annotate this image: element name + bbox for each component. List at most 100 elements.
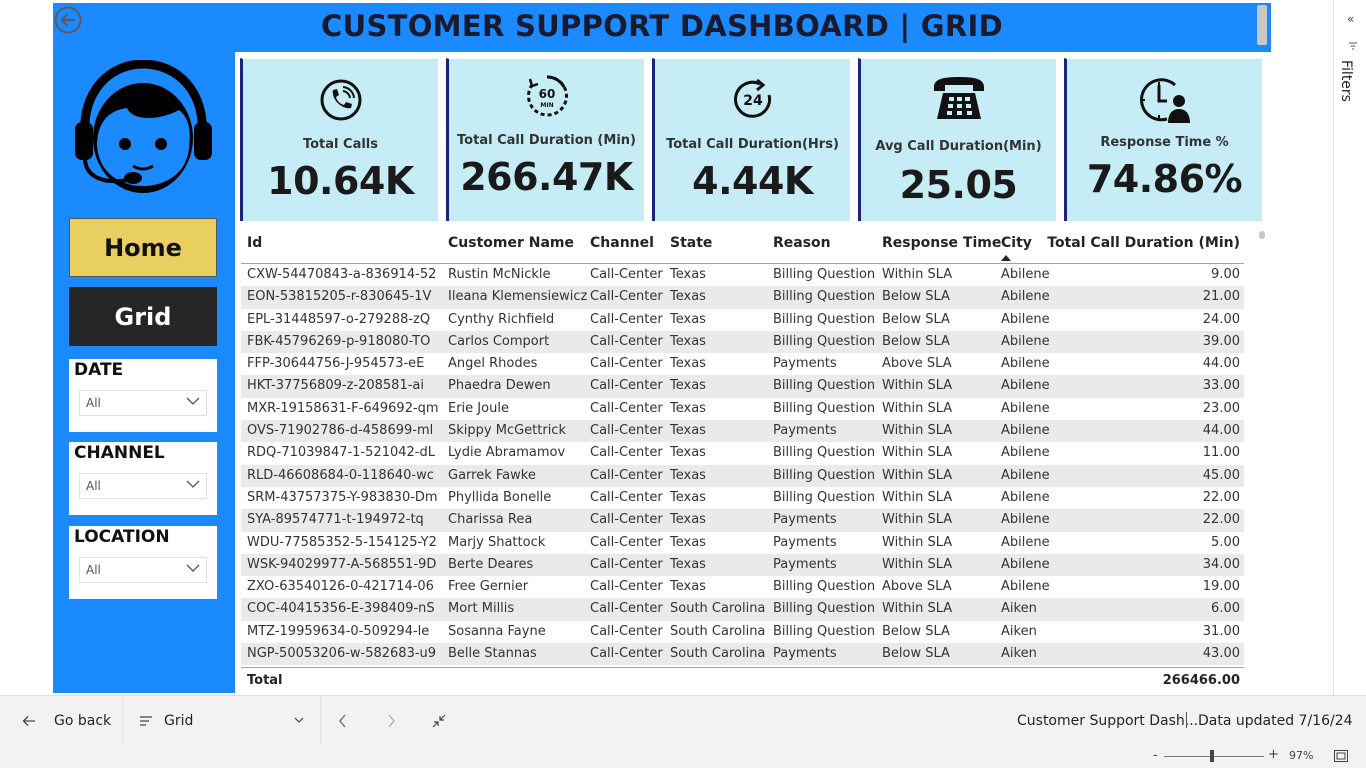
chevron-down-icon <box>186 564 200 572</box>
cell-id: EON-53815205-r-830645-1V <box>247 289 432 305</box>
table-row[interactable]: SRM-43757375-Y-983830-Dm Phyllida Bonelle… <box>241 487 1244 509</box>
table-row[interactable]: OVS-71902786-d-458699-ml Skippy McGettric… <box>241 420 1244 443</box>
column-header-total-call-duration[interactable]: Total Call Duration (Min) <box>1047 235 1240 251</box>
column-header-state[interactable]: State <box>670 235 712 251</box>
table-row[interactable]: EPL-31448597-o-279288-zQ Cynthy Richfield… <box>241 309 1244 331</box>
kpi-card-total-call-duration-min: 60 MIN Total Call Duration (Min) 266.47K <box>446 58 644 221</box>
cell-response-time: Within SLA <box>882 601 953 617</box>
cell-channel: Call-Center <box>590 646 663 662</box>
table-row[interactable]: WDU-77585352-5-154125-Y2 Marjy Shattock Ca… <box>241 532 1244 554</box>
column-header-customer-name[interactable]: Customer Name <box>448 235 574 251</box>
location-dropdown[interactable]: All <box>79 557 207 583</box>
report-canvas: CUSTOMER SUPPORT DASHBOARD | GRID Home G… <box>53 3 1271 693</box>
kpi-label: Avg Call Duration(Min) <box>875 139 1042 154</box>
kpi-card-total-calls: Total Calls 10.64K <box>240 58 438 221</box>
cell-id: WDU-77585352-5-154125-Y2 <box>247 534 437 550</box>
cell-city: Abilene <box>1001 512 1050 528</box>
cell-state: Texas <box>670 512 706 528</box>
table-row[interactable]: SYA-89574771-t-194972-tq Charissa Rea Call… <box>241 509 1244 532</box>
cell-state: Texas <box>670 378 706 394</box>
column-header-id[interactable]: Id <box>247 235 262 251</box>
kpi-card-response-time: Response Time % 74.86% <box>1064 58 1262 221</box>
cell-id: SRM-43757375-Y-983830-Dm <box>247 489 438 505</box>
cell-customer-name: Belle Stannas <box>448 646 537 662</box>
collapse-icon[interactable]: « <box>1347 12 1354 26</box>
table-row[interactable]: RLD-46608684-0-118640-wc Garrek Fawke Call… <box>241 464 1244 487</box>
cell-city: Abilene <box>1001 445 1050 461</box>
home-button[interactable]: Home <box>69 218 217 277</box>
table-row[interactable]: MTZ-19959634-0-509294-le Sosanna Fayne Cal… <box>241 621 1244 643</box>
table-row[interactable]: NGP-50053206-w-582683-u9 Belle Stannas Cal… <box>241 643 1244 666</box>
cell-id: FBK-45796269-p-918080-TO <box>247 333 431 349</box>
table-scrollbar[interactable] <box>1259 231 1265 239</box>
page-selector[interactable]: Grid <box>140 696 306 746</box>
cell-reason: Billing Question <box>773 623 876 639</box>
cell-reason: Payments <box>773 646 837 662</box>
table-row[interactable]: FBK-45796269-p-918080-TO Carlos Comport Ca… <box>241 330 1244 354</box>
table-row[interactable]: HKT-37756809-z-208581-ai Phaedra Dewen Cal… <box>241 375 1244 398</box>
table-row[interactable]: CXW-54470843-a-836914-52 Rustin McNickle C… <box>241 264 1244 286</box>
zoom-slider[interactable] <box>1164 756 1264 757</box>
svg-text:24: 24 <box>743 93 763 109</box>
cell-customer-name: Free Gernier <box>448 579 529 595</box>
zoom-slider-thumb[interactable] <box>1210 750 1214 762</box>
date-slicer: DATE All <box>69 359 217 432</box>
table-row[interactable]: EON-53815205-r-830645-1V Ileana Klemensie… <box>241 286 1244 309</box>
fit-to-page-button[interactable] <box>432 696 446 746</box>
column-header-response-time[interactable]: Response Time <box>882 235 1001 251</box>
page-title: CUSTOMER SUPPORT DASHBOARD | GRID <box>321 9 1003 43</box>
kpi-value: 25.05 <box>899 163 1018 207</box>
zoom-out-button[interactable]: - <box>1153 748 1158 763</box>
table-row[interactable]: MXR-19158631-F-649692-qm Erie Joule Call-C… <box>241 398 1244 420</box>
cell-total-call-duration: 21.00 <box>1202 289 1240 305</box>
cell-state: Texas <box>670 423 706 439</box>
status-bar: - + 97% <box>0 745 1366 768</box>
channel-dropdown[interactable]: All <box>79 473 207 499</box>
cell-response-time: Within SLA <box>882 423 953 439</box>
column-header-reason[interactable]: Reason <box>773 235 831 251</box>
chevron-down-icon <box>186 397 200 405</box>
previous-page-button[interactable] <box>338 696 348 746</box>
cell-response-time: Below SLA <box>882 623 950 639</box>
cell-response-time: Below SLA <box>882 333 950 349</box>
cell-city: Abilene <box>1001 534 1050 550</box>
cell-customer-name: Phaedra Dewen <box>448 378 551 394</box>
zoom-in-button[interactable]: + <box>1268 747 1279 762</box>
table-row[interactable]: ZXO-63540126-0-421714-06 Free Gernier Call… <box>241 576 1244 598</box>
location-dropdown-value: All <box>86 563 101 577</box>
zoom-level: 97% <box>1289 749 1314 762</box>
title-bar: CUSTOMER SUPPORT DASHBOARD | GRID <box>53 3 1271 52</box>
table-row[interactable]: WSK-94029977-A-568551-9D Berte Deares Call… <box>241 553 1244 577</box>
cell-state: Texas <box>670 400 706 416</box>
kpi-label: Total Call Duration (Min) <box>457 133 636 148</box>
cell-customer-name: Lydie Abramamov <box>448 445 566 461</box>
column-header-city[interactable]: City <box>1001 235 1032 251</box>
scrollbar[interactable] <box>1257 5 1267 45</box>
column-header-channel[interactable]: Channel <box>590 235 654 251</box>
cell-total-call-duration: 39.00 <box>1202 333 1240 349</box>
cell-reason: Payments <box>773 356 837 372</box>
filters-pane[interactable]: « Filters <box>1333 0 1366 695</box>
cell-id: RLD-46608684-0-118640-wc <box>247 467 434 483</box>
grid-button[interactable]: Grid <box>69 287 217 346</box>
filters-label[interactable]: Filters <box>1338 60 1354 102</box>
cell-response-time: Above SLA <box>882 579 952 595</box>
arrow-left-icon <box>22 716 35 726</box>
table-row[interactable]: RDQ-71039847-1-521042-dL Lydie Abramamov C… <box>241 442 1244 464</box>
cell-response-time: Within SLA <box>882 534 953 550</box>
go-back-button[interactable]: Go back <box>22 696 111 746</box>
table-row[interactable]: COC-40415356-E-398409-nS Mort Millis Call-… <box>241 598 1244 621</box>
next-page-button[interactable] <box>386 696 396 746</box>
date-slicer-title: DATE <box>74 360 124 380</box>
date-dropdown[interactable]: All <box>79 390 207 416</box>
fullscreen-icon[interactable] <box>1334 750 1348 762</box>
cell-id: HKT-37756809-z-208581-ai <box>247 378 424 394</box>
cell-customer-name: Sosanna Fayne <box>448 623 546 639</box>
cell-total-call-duration: 31.00 <box>1202 623 1240 639</box>
cell-city: Abilene <box>1001 333 1050 349</box>
cell-reason: Billing Question <box>773 579 876 595</box>
table-row[interactable]: FFP-30644756-J-954573-eE Angel Rhodes Call… <box>241 353 1244 375</box>
cell-customer-name: Erie Joule <box>448 400 509 416</box>
cell-response-time: Above SLA <box>882 356 952 372</box>
cell-response-time: Within SLA <box>882 378 953 394</box>
